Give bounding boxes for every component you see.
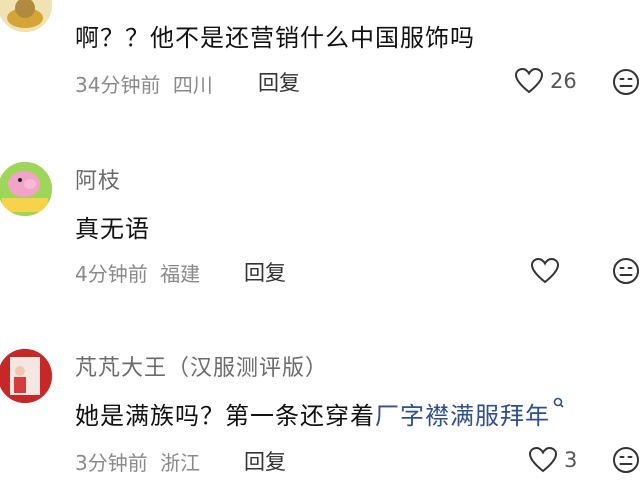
avatar-image xyxy=(0,162,52,216)
heart-outline-icon xyxy=(528,446,558,473)
like-count: 3 xyxy=(564,448,578,472)
neutral-face-icon[interactable] xyxy=(612,68,640,96)
comment-item: 啊？？他不是还营销什么中国服饰吗 34分钟前 四川 回复 26 xyxy=(0,0,640,110)
comment-time: 3分钟前 xyxy=(75,451,148,475)
comment-text-link[interactable]: 厂字襟满服拜年 xyxy=(375,402,550,430)
comment-location: 四川 xyxy=(172,73,213,97)
comment-location: 浙江 xyxy=(160,451,201,475)
reply-button[interactable]: 回复 xyxy=(258,67,300,97)
comment-location: 福建 xyxy=(160,262,201,286)
avatar[interactable] xyxy=(0,0,52,32)
comment-text: 啊？？他不是还营销什么中国服饰吗 xyxy=(75,24,475,52)
comment-item: 芃芃大王（汉服测评版） 她是满族吗？第一条还穿着厂字襟满服拜年 3分钟前 浙江 … xyxy=(0,345,640,495)
neutral-face-icon[interactable] xyxy=(612,446,640,474)
comment-text: 真无语 xyxy=(75,215,150,243)
like-button[interactable]: 26 xyxy=(514,67,577,95)
username[interactable]: 阿枝 xyxy=(75,163,121,195)
like-count: 26 xyxy=(550,69,577,93)
avatar[interactable] xyxy=(0,349,52,403)
heart-outline-icon xyxy=(514,67,544,94)
reply-button[interactable]: 回复 xyxy=(244,446,286,476)
comment-meta: 4分钟前 福建 xyxy=(75,258,206,287)
comment-meta: 34分钟前 四川 xyxy=(75,69,219,98)
reply-button[interactable]: 回复 xyxy=(244,257,286,287)
comment-time: 34分钟前 xyxy=(75,73,161,97)
comment-text-body: 她是满族吗？第一条还穿着 xyxy=(75,402,375,430)
comment-text: 她是满族吗？第一条还穿着厂字襟满服拜年 xyxy=(75,396,566,431)
avatar[interactable] xyxy=(0,162,52,216)
like-button[interactable] xyxy=(530,257,566,285)
heart-outline-icon xyxy=(530,257,560,284)
avatar-image xyxy=(0,0,52,32)
like-button[interactable]: 3 xyxy=(528,446,577,474)
comment-item: 阿枝 真无语 4分钟前 福建 回复 xyxy=(0,158,640,298)
username[interactable]: 芃芃大王（汉服测评版） xyxy=(75,350,328,382)
search-small-icon[interactable] xyxy=(552,396,566,410)
avatar-image xyxy=(0,349,52,403)
comment-time: 4分钟前 xyxy=(75,262,148,286)
neutral-face-icon[interactable] xyxy=(612,257,640,285)
comment-meta: 3分钟前 浙江 xyxy=(75,447,206,476)
